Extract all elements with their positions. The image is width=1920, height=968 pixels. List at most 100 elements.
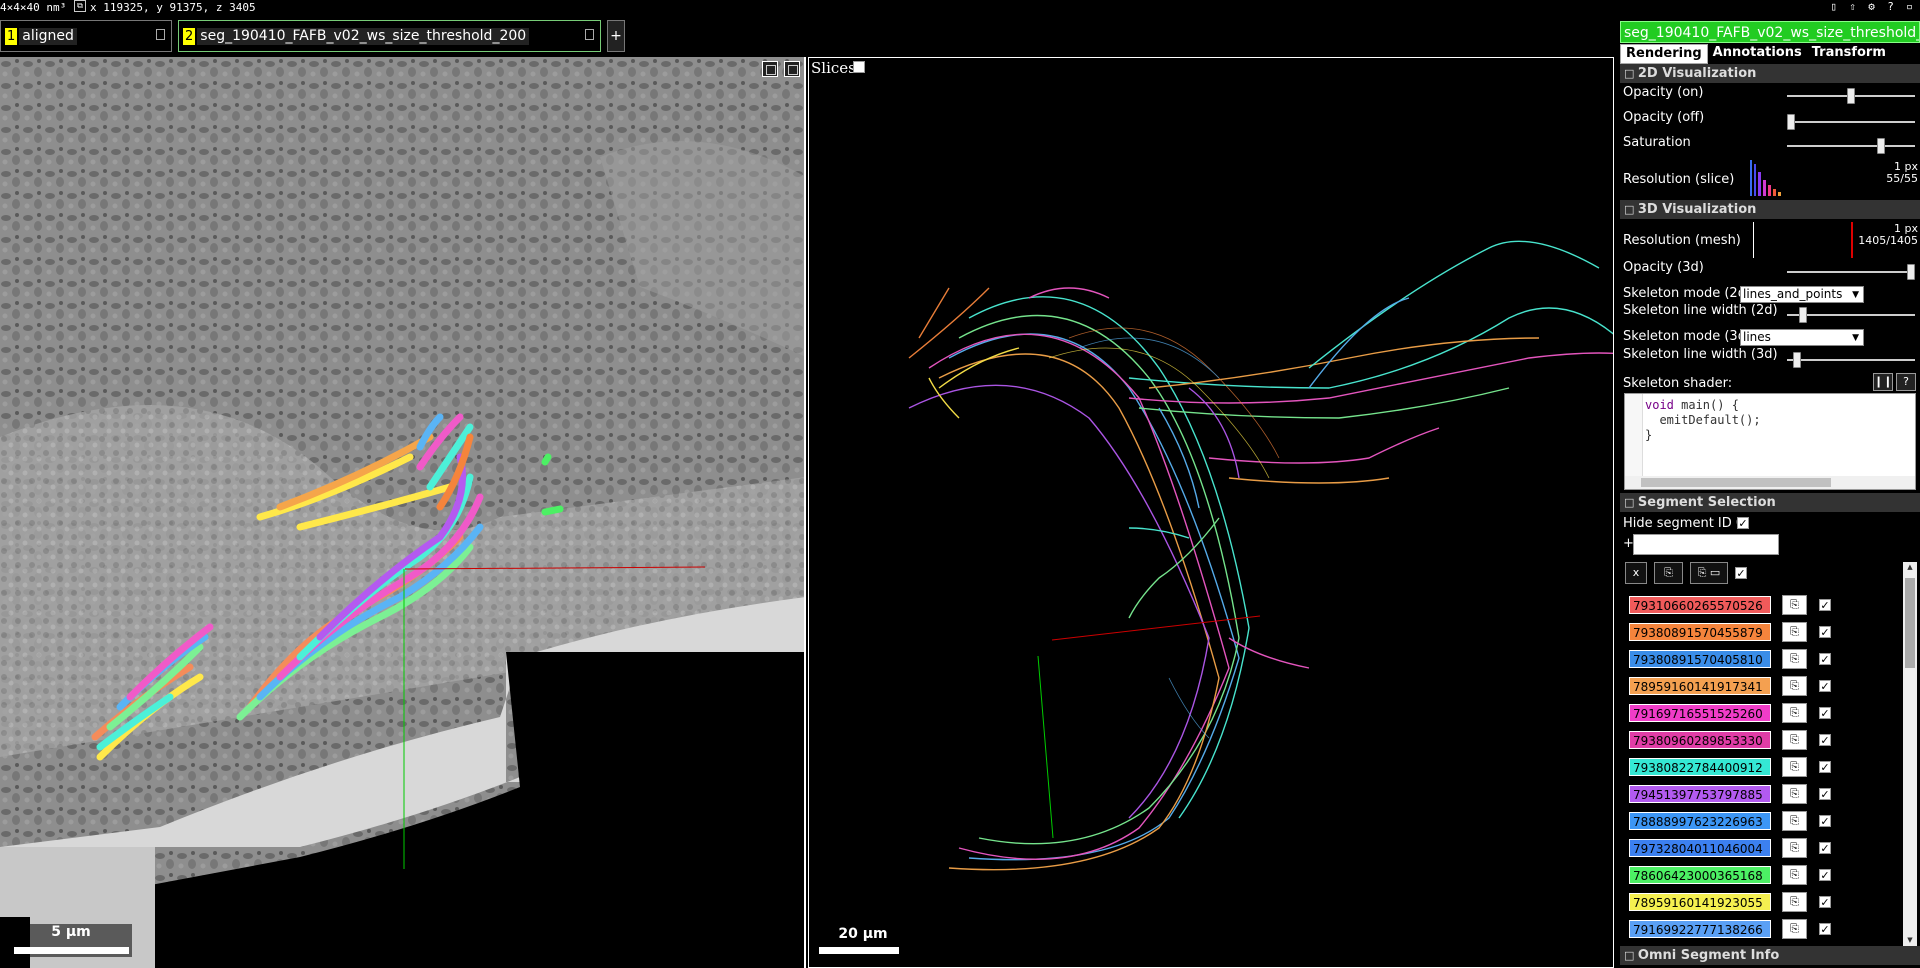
scroll-thumb[interactable]	[1905, 578, 1915, 668]
segment-id-chip[interactable]: 79380960289853330	[1629, 731, 1771, 749]
copy-segment-icon[interactable]: ⎘	[1782, 811, 1807, 831]
copy-segment-icon[interactable]: ⎘	[1782, 892, 1807, 912]
segment-id-input[interactable]	[1633, 534, 1779, 555]
position-coords[interactable]: x 119325, y 91375, z 3405	[90, 1, 256, 14]
opacity-3d-slider[interactable]	[1787, 264, 1915, 280]
layer-tab-aligned[interactable]: 1 aligned	[0, 20, 172, 52]
segment-visible-checkbox[interactable]: ✓	[1819, 869, 1831, 881]
copy-segment-icon[interactable]: ⎘	[1782, 730, 1807, 750]
clear-segments-button[interactable]: x	[1625, 562, 1647, 584]
layer-tab-segmentation[interactable]: 2 seg_190410_FAFB_v02_ws_size_threshold_…	[178, 20, 601, 52]
mesh-3d-view[interactable]: Slices 20 µm	[808, 57, 1614, 968]
shader-code[interactable]: void main() { emitDefault(); }	[1645, 398, 1761, 443]
copy-segment-icon[interactable]: ⎘	[1782, 838, 1807, 858]
slider-thumb[interactable]	[1793, 352, 1801, 368]
segment-visible-checkbox[interactable]: ✓	[1819, 815, 1831, 827]
segment-row[interactable]: 79169716551525260 ⎘ ✓	[1624, 702, 1894, 724]
layout-icon[interactable]: ▯	[1827, 0, 1840, 13]
segment-visible-checkbox[interactable]: ✓	[1819, 761, 1831, 773]
segment-list-scrollbar[interactable]: ▲ ▼	[1903, 562, 1917, 947]
segment-row[interactable]: 79169922777138266 ⎘ ✓	[1624, 918, 1894, 940]
segment-row[interactable]: 79310660265570526 ⎘ ✓	[1624, 594, 1894, 616]
saturation-slider[interactable]	[1787, 138, 1915, 154]
segment-visible-checkbox[interactable]: ✓	[1819, 599, 1831, 611]
segment-id-chip[interactable]: 79732804011046004	[1629, 839, 1771, 857]
em-view-layout-button[interactable]	[784, 61, 800, 77]
copy-segment-icon[interactable]: ⎘	[1782, 865, 1807, 885]
layer-close-icon[interactable]	[585, 29, 594, 40]
section-omni-segment-info[interactable]: Omni Segment Info	[1620, 946, 1920, 965]
skeleton-width-2d-slider[interactable]	[1787, 307, 1915, 323]
scroll-down-icon[interactable]: ▼	[1905, 936, 1915, 946]
section-2d-visualization[interactable]: 2D Visualization	[1620, 64, 1920, 83]
segment-row[interactable]: 79380891570455879 ⎘ ✓	[1624, 621, 1894, 643]
hide-segment-0-checkbox[interactable]: ✓	[1737, 517, 1749, 529]
slider-thumb[interactable]	[1847, 88, 1855, 104]
segment-id-chip[interactable]: 79380891570405810	[1629, 650, 1771, 668]
copy-segment-icon[interactable]: ⎘	[1782, 676, 1807, 696]
segment-row[interactable]: 78959160141923055 ⎘ ✓	[1624, 891, 1894, 913]
segment-visible-checkbox[interactable]: ✓	[1819, 653, 1831, 665]
segment-row[interactable]: 79451397753797885 ⎘ ✓	[1624, 783, 1894, 805]
copy-segment-icon[interactable]: ⎘	[1782, 919, 1807, 939]
segment-visible-checkbox[interactable]: ✓	[1819, 707, 1831, 719]
segment-id-chip[interactable]: 78959160141923055	[1629, 893, 1771, 911]
segment-row[interactable]: 78959160141917341 ⎘ ✓	[1624, 675, 1894, 697]
segment-row[interactable]: 79380822784400912 ⎘ ✓	[1624, 756, 1894, 778]
skeleton-shader-editor[interactable]: void main() { emitDefault(); }	[1624, 393, 1916, 490]
segment-id-chip[interactable]: 78606423000365168	[1629, 866, 1771, 884]
tab-annotations[interactable]: Annotations	[1708, 44, 1807, 64]
scroll-up-icon[interactable]: ▲	[1905, 563, 1915, 573]
segment-id-chip[interactable]: 78888997623226963	[1629, 812, 1771, 830]
copy-segments-icon[interactable]: ⎘	[1654, 562, 1683, 584]
segment-id-chip[interactable]: 79169716551525260	[1629, 704, 1771, 722]
slider-thumb[interactable]	[1787, 114, 1795, 130]
toggle-all-segments-checkbox[interactable]: ✓	[1735, 567, 1747, 579]
add-layer-button[interactable]: +	[607, 20, 625, 52]
segment-visible-checkbox[interactable]: ✓	[1819, 896, 1831, 908]
shader-pause-button[interactable]: ❙❙	[1873, 373, 1893, 391]
segment-visible-checkbox[interactable]: ✓	[1819, 626, 1831, 638]
slider-thumb[interactable]	[1877, 138, 1885, 154]
copy-segment-icon[interactable]: ⎘	[1782, 595, 1807, 615]
tab-rendering[interactable]: Rendering	[1620, 44, 1708, 64]
slider-thumb[interactable]	[1907, 264, 1915, 280]
skeleton-width-3d-slider[interactable]	[1787, 352, 1915, 368]
em-slice-view[interactable]: 5 µm	[0, 57, 806, 968]
skeleton-mode-2d-select[interactable]: lines_and_points	[1740, 286, 1864, 303]
segment-id-chip[interactable]: 79380891570455879	[1629, 623, 1771, 641]
segment-visible-checkbox[interactable]: ✓	[1819, 842, 1831, 854]
segment-id-chip[interactable]: 79380822784400912	[1629, 758, 1771, 776]
segment-id-chip[interactable]: 78959160141917341	[1629, 677, 1771, 695]
copy-segment-icon[interactable]: ⎘	[1782, 649, 1807, 669]
copy-visible-segments-icon[interactable]: ⎘ ▭	[1690, 562, 1728, 584]
copy-segment-icon[interactable]: ⎘	[1782, 784, 1807, 804]
segment-row[interactable]: 78888997623226963 ⎘ ✓	[1624, 810, 1894, 832]
shader-help-button[interactable]: ?	[1896, 373, 1916, 391]
opacity-off-slider[interactable]	[1787, 114, 1915, 130]
segment-row[interactable]: 79380891570405810 ⎘ ✓	[1624, 648, 1894, 670]
segment-row[interactable]: 78606423000365168 ⎘ ✓	[1624, 864, 1894, 886]
segment-id-chip[interactable]: 79451397753797885	[1629, 785, 1771, 803]
help-icon[interactable]: ?	[1884, 0, 1897, 13]
layer-close-icon[interactable]	[156, 29, 165, 40]
copy-segment-icon[interactable]: ⎘	[1782, 703, 1807, 723]
segment-row[interactable]: 79732804011046004 ⎘ ✓	[1624, 837, 1894, 859]
segment-visible-checkbox[interactable]: ✓	[1819, 788, 1831, 800]
copy-segment-icon[interactable]: ⎘	[1782, 622, 1807, 642]
segment-id-chip[interactable]: 79310660265570526	[1629, 596, 1771, 614]
skeleton-mode-3d-select[interactable]: lines	[1740, 329, 1864, 346]
slices-checkbox[interactable]	[853, 61, 865, 73]
shader-scrollbar[interactable]	[1625, 476, 1915, 489]
section-3d-visualization[interactable]: 3D Visualization	[1620, 200, 1920, 219]
maximize-icon[interactable]: ▫	[1903, 0, 1916, 13]
segment-visible-checkbox[interactable]: ✓	[1819, 923, 1831, 935]
slider-thumb[interactable]	[1799, 307, 1807, 323]
segment-id-chip[interactable]: 79169922777138266	[1629, 920, 1771, 938]
share-icon[interactable]: ⇧	[1846, 0, 1859, 13]
segment-visible-checkbox[interactable]: ✓	[1819, 680, 1831, 692]
copy-segment-icon[interactable]: ⎘	[1782, 757, 1807, 777]
opacity-on-slider[interactable]	[1787, 88, 1915, 104]
copy-coords-icon[interactable]: ⧉	[74, 0, 86, 12]
tab-transform[interactable]: Transform	[1807, 44, 1891, 64]
